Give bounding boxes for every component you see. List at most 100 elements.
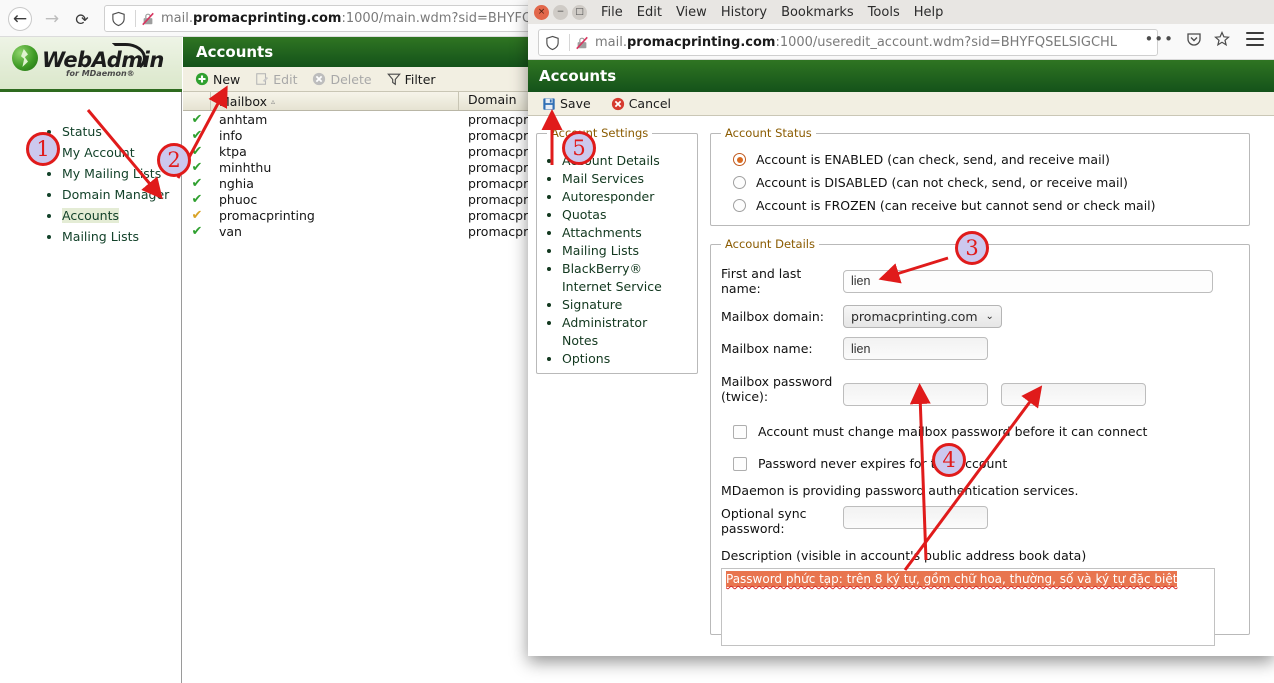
edit-button[interactable]: Edit [250,72,302,87]
screen-root: ← → ⟳ mail.promacprinting.com:1000/main.… [0,0,1274,683]
filter-button[interactable]: Filter [382,72,441,87]
settings-item-administrator-notes[interactable]: Administrator Notes [562,314,687,350]
foreground-url-bar[interactable]: mail.promacprinting.com:1000/useredit_ac… [538,29,1158,56]
never-expires-checkbox [733,456,747,471]
forward-button[interactable]: → [40,7,64,31]
cancel-circle-icon [611,97,624,110]
window-titlebar: × − □ File Edit View History Bookmarks T… [528,0,1274,24]
settings-item-attachments[interactable]: Attachments [562,224,687,242]
optional-sync-password-input[interactable] [843,506,988,529]
settings-item-blackberry-internet-service[interactable]: BlackBerry® Internet Service [562,260,687,296]
settings-item-quotas[interactable]: Quotas [562,206,687,224]
sidebar-item-accounts[interactable]: Accounts [62,205,179,226]
window-minimize-button[interactable]: − [553,4,568,20]
account-details-panel: Account Details First and last name: Mai… [710,237,1250,646]
sidebar-nav-list: Status My Account My Mailing Lists Domai… [14,121,179,247]
checkbox-password-never-expires[interactable]: Password never expires for this account [733,456,1239,471]
settings-item-autoresponder[interactable]: Autoresponder [562,188,687,206]
hamburger-icon[interactable] [1246,32,1264,46]
foreground-page: Accounts Save Cancel Account Settings • … [528,60,1274,656]
background-url-text: mail.promacprinting.com:1000/main.wdm?si… [161,11,533,26]
field-row-mailbox-password: Mailbox password (twice): [721,371,1239,406]
edit-icon [256,73,269,85]
foreground-page-title: Accounts [528,60,1274,92]
table-header-mailbox[interactable]: Mailbox ▵ [211,92,459,110]
mailbox-name-label: Mailbox name: [721,341,813,356]
cancel-button[interactable]: Cancel [606,96,676,111]
radio-account-disabled[interactable]: Account is DISABLED (can not check, send… [733,175,1239,190]
status-check-icon: ✔ [191,144,203,159]
sidebar-item-domain-manager[interactable]: Domain Manager [62,184,179,205]
mailbox-domain-value: promacprinting.com [851,309,978,324]
window-close-button[interactable]: × [534,4,549,20]
field-row-optional-sync-password: Optional sync password: [721,506,1239,536]
table-header-domain[interactable]: Domain [459,92,517,110]
settings-item-mailing-lists[interactable]: Mailing Lists [562,242,687,260]
checkbox-must-change-password[interactable]: Account must change mailbox password bef… [733,424,1239,439]
settings-item-signature[interactable]: Signature [562,296,687,314]
status-check-icon: ✔ [191,192,203,207]
must-change-checkbox [733,424,747,439]
description-selected-text: Password phức tạp: trên 8 ký tự, gồm chữ… [726,571,1178,587]
pocket-icon[interactable] [1186,31,1202,47]
account-settings-legend: Account Settings [551,126,649,140]
shield-icon [112,11,125,26]
save-button[interactable]: Save [537,96,596,111]
settings-item-options[interactable]: Options [562,350,687,368]
ellipsis-icon[interactable]: ••• [1144,30,1174,48]
radio-account-frozen[interactable]: Account is FROZEN (can receive but canno… [733,198,1239,213]
settings-item-account-details[interactable]: Account Details [562,152,687,170]
radio-disabled-indicator [733,176,746,189]
account-status-panel: Account Status Account is ENABLED (can c… [710,126,1250,226]
menu-tools[interactable]: Tools [868,5,900,20]
radio-enabled-indicator [733,153,746,166]
url-action-icons: ••• [1144,30,1230,48]
mailbox-password-input[interactable] [843,383,988,406]
menu-bookmarks[interactable]: Bookmarks [781,5,854,20]
window-controls: × − □ [534,4,587,20]
mailbox-password-confirm-input[interactable] [1001,383,1146,406]
description-textarea[interactable]: Password phức tạp: trên 8 ký tự, gồm chữ… [721,568,1215,646]
webadmin-sidebar: WebAdmin for MDaemon® Status My Account … [0,37,182,683]
mailbox-domain-select[interactable]: promacprinting.com ⌄ [843,305,1002,328]
shield-icon [546,35,559,50]
sidebar-item-my-mailing-lists[interactable]: My Mailing Lists [62,163,179,184]
settings-item-mail-services[interactable]: Mail Services [562,170,687,188]
first-last-name-input[interactable] [843,269,1213,293]
foreground-browser-window: × − □ File Edit View History Bookmarks T… [528,0,1274,656]
radio-account-enabled[interactable]: Account is ENABLED (can check, send, and… [733,152,1239,167]
account-status-legend: Account Status [725,126,812,140]
account-settings-panel: Account Settings Account Details Mail Se… [536,126,698,374]
menu-history[interactable]: History [721,5,767,20]
back-button[interactable]: ← [8,7,32,31]
reload-button[interactable]: ⟳ [70,7,94,31]
mailbox-name-input[interactable] [843,337,988,360]
delete-button[interactable]: Delete [307,72,376,87]
account-details-legend: Account Details [725,237,815,251]
window-maximize-button[interactable]: □ [572,4,587,20]
menu-bar: File Edit View History Bookmarks Tools H… [601,5,943,20]
menu-help[interactable]: Help [914,5,944,20]
sidebar-item-my-account[interactable]: My Account [62,142,179,163]
new-button[interactable]: New [190,72,245,87]
webadmin-logo: WebAdmin for MDaemon® [0,37,182,92]
sidebar-item-status[interactable]: Status [62,121,179,142]
sidebar-item-mailing-lists[interactable]: Mailing Lists [62,226,179,247]
field-row-first-last-name: First and last name: [721,266,1239,296]
menu-file[interactable]: File [601,5,623,20]
url-divider [569,34,570,51]
broken-lock-icon [142,12,154,25]
auth-services-note: MDaemon is providing password authentica… [721,483,1079,498]
funnel-icon [386,73,401,86]
account-edit-body: Account Settings Account Details Mail Se… [528,116,1274,646]
field-row-mailbox-name: Mailbox name: [721,337,1239,360]
mailbox-domain-label: Mailbox domain: [721,309,824,324]
mailbox-password-label: Mailbox password (twice): [721,374,833,404]
status-check-icon: ✔ [191,224,203,239]
menu-edit[interactable]: Edit [637,5,662,20]
menu-view[interactable]: View [676,5,707,20]
star-icon[interactable] [1214,31,1230,47]
status-check-icon: ✔ [191,160,203,175]
chevron-down-icon: ⌄ [985,311,994,322]
sort-ascending-icon: ▵ [271,96,276,106]
